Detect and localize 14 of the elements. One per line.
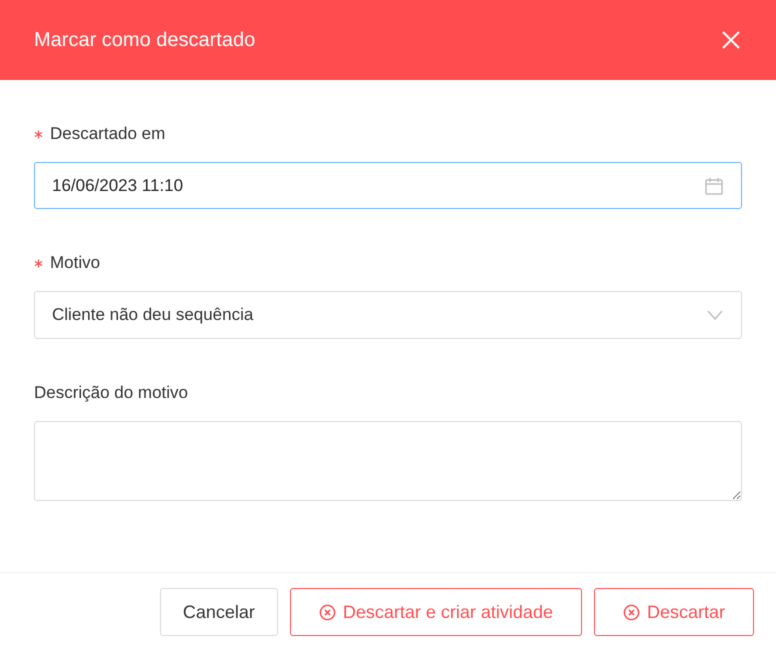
field-label: Descartado em [50,123,166,146]
calendar-icon [704,176,724,196]
field-label: Motivo [50,252,100,274]
reason-select[interactable]: Cliente não deu sequência [34,291,742,339]
close-button[interactable] [720,29,742,51]
close-circle-icon [622,604,640,620]
date-field[interactable]: 16/06/2023 11:10 [34,162,742,209]
dialog-title: Marcar como descartado [34,28,256,53]
description-field[interactable] [34,421,742,501]
chevron-down-icon [706,309,724,321]
field-label: Descrição do motivo [34,382,188,404]
close-circle-icon [318,604,336,620]
cancel-button[interactable]: Cancelar [160,588,278,636]
close-icon [721,30,741,50]
